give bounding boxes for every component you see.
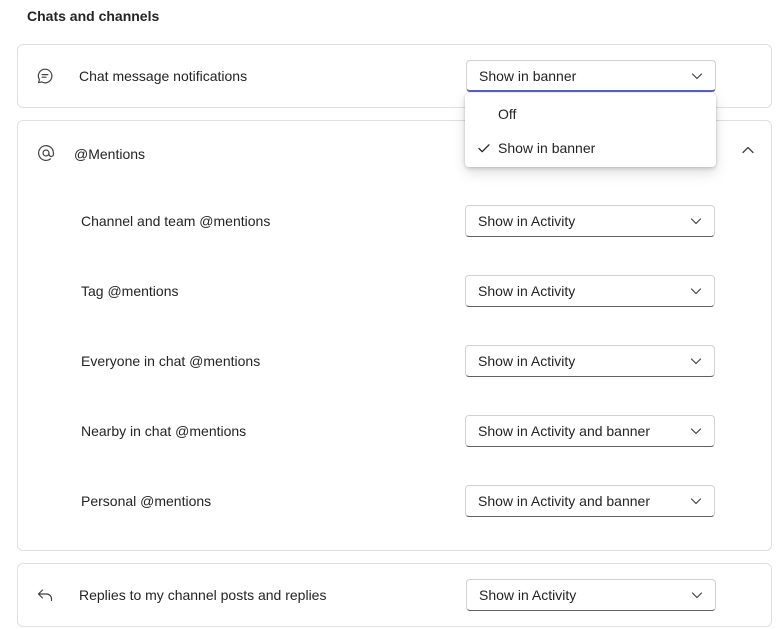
mention-item-label: Tag @mentions: [81, 283, 179, 299]
dropdown-value: Show in Activity: [478, 353, 576, 369]
section-title: Chats and channels: [27, 8, 160, 24]
chevron-down-icon: [690, 425, 702, 437]
mention-item-label: Personal @mentions: [81, 493, 212, 509]
menu-option-show-in-banner[interactable]: Show in banner: [465, 132, 716, 164]
reply-arrow-icon: [35, 585, 55, 605]
chevron-down-icon: [690, 495, 702, 507]
replies-card: Replies to my channel posts and replies …: [17, 563, 772, 627]
dropdown-value: Show in banner: [479, 67, 577, 84]
chevron-down-icon: [690, 355, 702, 367]
mention-item-label: Nearby in chat @mentions: [81, 423, 247, 439]
replies-dropdown[interactable]: Show in Activity: [466, 579, 716, 611]
chevron-up-icon[interactable]: [741, 143, 755, 157]
tag-mentions-dropdown[interactable]: Show in Activity: [465, 275, 715, 307]
mention-item-label: Everyone in chat @mentions: [81, 353, 261, 369]
chevron-down-icon: [690, 215, 702, 227]
chevron-down-icon: [691, 589, 703, 601]
dropdown-value: Show in Activity and banner: [478, 423, 650, 439]
mention-item-label: Channel and team @mentions: [81, 213, 271, 229]
menu-option-off[interactable]: Off: [465, 98, 716, 130]
chevron-down-icon: [690, 285, 702, 297]
at-sign-icon: [36, 143, 56, 163]
chat-notifications-label: Chat message notifications: [79, 68, 248, 84]
dropdown-value: Show in Activity and banner: [478, 493, 650, 509]
nearby-mentions-dropdown[interactable]: Show in Activity and banner: [465, 415, 715, 447]
chat-notifications-dropdown[interactable]: Show in banner: [466, 60, 716, 92]
chevron-down-icon: [691, 70, 703, 82]
chat-notifications-menu: Off Show in banner: [465, 93, 716, 167]
checkmark-icon: [477, 141, 491, 155]
everyone-mentions-dropdown[interactable]: Show in Activity: [465, 345, 715, 377]
chat-bubble-icon: [35, 66, 55, 86]
dropdown-value: Show in Activity: [478, 283, 576, 299]
personal-mentions-dropdown[interactable]: Show in Activity and banner: [465, 485, 715, 517]
dropdown-value: Show in Activity: [479, 587, 577, 603]
menu-option-label: Off: [498, 106, 517, 122]
channel-team-mentions-dropdown[interactable]: Show in Activity: [465, 205, 715, 237]
menu-option-label: Show in banner: [498, 140, 596, 156]
mentions-card: @Mentions Channel and team @mentions Sho…: [17, 120, 772, 551]
dropdown-value: Show in Activity: [478, 213, 576, 229]
replies-label: Replies to my channel posts and replies: [79, 587, 327, 603]
mentions-label: @Mentions: [74, 146, 146, 162]
